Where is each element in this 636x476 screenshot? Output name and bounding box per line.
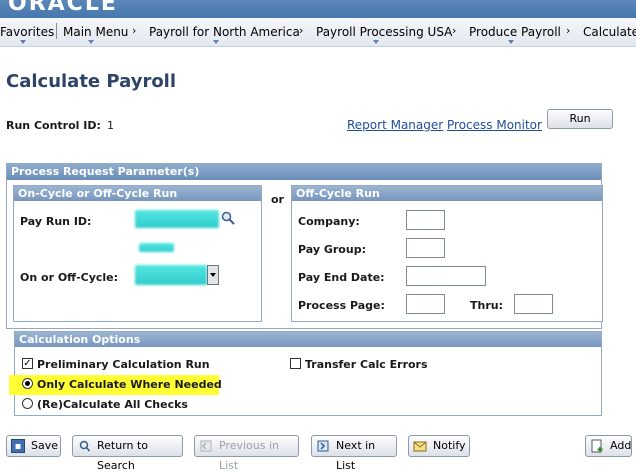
- nav-item-calculate[interactable]: Calculate: [583, 24, 636, 40]
- chevron-down-icon[interactable]: [373, 40, 379, 44]
- nav-arrow-icon: ›: [452, 24, 457, 37]
- recalculate-all-checks-label: (Re)Calculate All Checks: [37, 398, 188, 411]
- chevron-down-icon[interactable]: [88, 40, 94, 44]
- pay-group-label: Pay Group:: [298, 243, 366, 256]
- lookup-icon[interactable]: [220, 210, 236, 226]
- process-request-header: Process Request Parameter(s): [7, 164, 601, 180]
- previous-in-list-button[interactable]: Previous in List: [194, 435, 299, 472]
- chevron-down-icon[interactable]: [508, 40, 514, 44]
- nav-item-favorites[interactable]: Favorites: [0, 24, 54, 40]
- process-monitor-link[interactable]: Process Monitor: [447, 118, 542, 132]
- return-to-search-button[interactable]: Return to Search: [72, 435, 183, 472]
- preliminary-calculation-checkbox[interactable]: ✓: [22, 358, 33, 369]
- transfer-calc-errors-label: Transfer Calc Errors: [305, 358, 428, 371]
- company-input[interactable]: [406, 210, 445, 230]
- run-control-id-label: Run Control ID:: [6, 119, 101, 132]
- calculation-options-header: Calculation Options: [15, 332, 601, 347]
- nav-arrow-icon: ›: [299, 24, 304, 37]
- recalculate-all-checks-radio[interactable]: [22, 398, 33, 409]
- calculation-options-group: Calculation Options ✓ Preliminary Calcul…: [9, 331, 602, 416]
- process-page-from-input[interactable]: [406, 294, 445, 314]
- process-request-group: Process Request Parameter(s) On-Cycle or…: [6, 163, 603, 329]
- previous-icon: [199, 439, 213, 453]
- run-control-id-value: 1: [107, 119, 114, 132]
- add-icon: [590, 439, 604, 453]
- oracle-logo: ORACLE: [8, 0, 118, 16]
- nav-item-payroll-for-north-america[interactable]: Payroll for North America: [149, 24, 300, 40]
- notify-icon: [413, 439, 427, 453]
- chevron-down-icon[interactable]: [213, 40, 219, 44]
- nav-arrow-icon: ›: [132, 24, 137, 37]
- only-calculate-where-needed-label: Only Calculate Where Needed: [37, 378, 222, 391]
- run-button[interactable]: Run: [547, 109, 613, 129]
- header-banner: ORACLE: [0, 0, 636, 18]
- chevron-down-icon[interactable]: [20, 40, 26, 44]
- report-manager-link[interactable]: Report Manager: [347, 118, 443, 132]
- return-to-search-label: Return to Search: [97, 439, 149, 472]
- pay-group-input[interactable]: [406, 238, 445, 258]
- pay-run-id-description: [139, 243, 174, 252]
- next-in-list-label: Next in List: [336, 439, 376, 472]
- thru-label: Thru:: [470, 299, 503, 312]
- preliminary-calculation-label: Preliminary Calculation Run: [37, 358, 210, 371]
- pay-end-date-input[interactable]: [406, 266, 486, 286]
- save-label: Save: [31, 439, 59, 452]
- pay-end-date-label: Pay End Date:: [298, 271, 385, 284]
- next-in-list-button[interactable]: Next in List: [311, 435, 397, 472]
- search-return-icon: [77, 439, 91, 453]
- dropdown-arrow-icon[interactable]: [207, 265, 219, 285]
- only-calculate-where-needed-radio[interactable]: [22, 378, 33, 389]
- or-label: or: [271, 193, 284, 206]
- page-title: Calculate Payroll: [6, 71, 177, 92]
- off-cycle-group: Off-Cycle Run Company: Pay Group: Pay En…: [291, 185, 603, 322]
- company-label: Company:: [298, 215, 360, 228]
- add-label: Add: [610, 439, 632, 452]
- nav-divider: [56, 23, 57, 39]
- process-page-thru-input[interactable]: [514, 294, 553, 314]
- breadcrumb: Favorites Main Menu › Payroll for North …: [0, 18, 636, 47]
- notify-label: Notify: [433, 439, 466, 452]
- nav-item-main-menu[interactable]: Main Menu: [63, 24, 128, 40]
- notify-button[interactable]: Notify: [408, 435, 470, 457]
- pay-run-id-field[interactable]: [135, 210, 219, 228]
- transfer-calc-errors-checkbox[interactable]: [290, 358, 301, 369]
- add-button[interactable]: Add: [585, 435, 632, 457]
- on-off-cycle-group: On-Cycle or Off-Cycle Run Pay Run ID: On…: [13, 185, 262, 322]
- next-icon: [316, 439, 330, 453]
- on-off-cycle-header: On-Cycle or Off-Cycle Run: [14, 186, 261, 201]
- off-cycle-header: Off-Cycle Run: [292, 186, 602, 201]
- previous-in-list-label: Previous in List: [219, 439, 280, 472]
- nav-item-produce-payroll[interactable]: Produce Payroll: [469, 24, 561, 40]
- save-button[interactable]: ▪ Save: [6, 435, 61, 457]
- on-or-off-cycle-label: On or Off-Cycle:: [20, 271, 119, 284]
- on-or-off-cycle-select[interactable]: [135, 265, 207, 285]
- process-page-label: Process Page:: [298, 299, 385, 312]
- nav-item-payroll-processing-usa[interactable]: Payroll Processing USA: [316, 24, 452, 40]
- save-icon: ▪: [11, 439, 25, 453]
- nav-arrow-icon: ›: [566, 24, 571, 37]
- pay-run-id-label: Pay Run ID:: [20, 215, 92, 228]
